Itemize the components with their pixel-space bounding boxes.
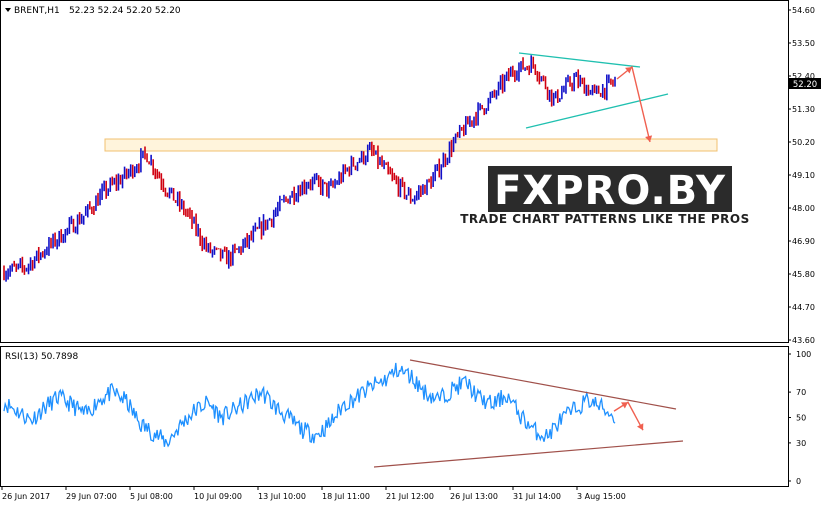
price-tick-label: 46.90 [792, 237, 815, 246]
price-tick-label: 49.10 [792, 171, 815, 180]
current-price-label: 52.20 [793, 80, 817, 90]
ohlc-label: 52.23 52.24 52.20 52.20 [69, 6, 181, 16]
current-price-marker: 52.20 [789, 78, 821, 90]
time-tick-label: 10 Jul 09:00 [194, 492, 242, 501]
rsi-label: RSI(13) 50.7898 [5, 352, 78, 362]
time-tick-label: 26 Jul 13:00 [450, 492, 498, 501]
support-zone [104, 138, 718, 152]
time-tick-label: 18 Jul 11:00 [322, 492, 370, 501]
time-tick-label: 31 Jul 14:00 [513, 492, 561, 501]
chart-canvas[interactable]: FXPRO.BY TRADE CHART PATTERNS LIKE THE P… [0, 0, 830, 508]
symbol-label: BRENT,H1 [14, 6, 60, 16]
price-tick-label: 45.80 [792, 270, 815, 279]
rsi-tick-label: 50 [796, 414, 806, 423]
time-tick-label: 21 Jul 12:00 [386, 492, 434, 501]
time-tick-label: 13 Jul 10:00 [258, 492, 306, 501]
chart-header: BRENT,H1 52.23 52.24 52.20 52.20 [5, 6, 181, 16]
rsi-axis: 100 70 50 30 0 [788, 350, 811, 486]
time-tick-label: 3 Aug 15:00 [577, 492, 626, 501]
time-tick-label: 26 Jun 2017 [2, 492, 50, 501]
rsi-tick-label: 100 [796, 350, 811, 359]
time-tick-label: 5 Jul 08:00 [130, 492, 173, 501]
time-tick-label: 29 Jun 07:00 [66, 492, 117, 501]
watermark-tagline: TRADE CHART PATTERNS LIKE THE PROS [460, 212, 750, 226]
rsi-tick-label: 30 [796, 439, 806, 448]
time-axis: 26 Jun 2017 29 Jun 07:00 5 Jul 08:00 10 Jul… [1, 487, 626, 501]
watermark-logo: FXPRO.BY [494, 168, 726, 214]
chart-window: FXPRO.BY TRADE CHART PATTERNS LIKE THE P… [0, 0, 830, 508]
price-tick-label: 50.20 [792, 138, 815, 147]
rsi-tick-label: 0 [796, 477, 801, 486]
rsi-tick-label: 70 [796, 388, 806, 397]
price-tick-label: 44.70 [792, 303, 815, 312]
price-tick-label: 53.50 [792, 39, 815, 48]
price-axis: 54.6053.5052.4051.3050.2049.1048.0046.90… [788, 6, 815, 345]
price-tick-label: 54.60 [792, 6, 815, 15]
price-tick-label: 48.00 [792, 204, 815, 213]
price-tick-label: 43.60 [792, 336, 815, 345]
price-tick-label: 51.30 [792, 105, 815, 114]
fxpro-watermark: FXPRO.BY TRADE CHART PATTERNS LIKE THE P… [460, 166, 750, 226]
